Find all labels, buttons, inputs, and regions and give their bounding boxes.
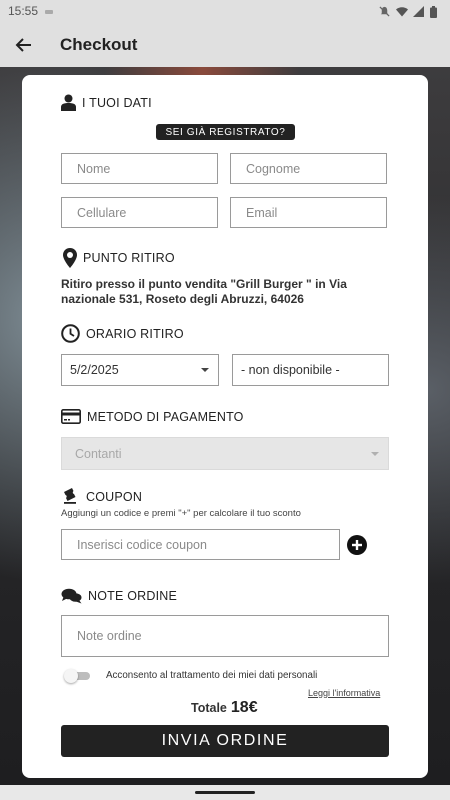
chevron-down-icon [371,451,379,456]
user-icon [61,94,76,111]
plus-icon [352,540,362,550]
consent-toggle[interactable] [64,669,93,683]
pickup-address: Ritiro presso il punto vendita "Grill Bu… [61,277,347,306]
last-name-field[interactable]: Cognome [230,153,387,184]
mute-icon [379,6,390,17]
email-field[interactable]: Email [230,197,387,228]
first-name-field[interactable]: Nome [61,153,218,184]
pickup-date-select[interactable]: 5/2/2025 [61,354,219,386]
coupon-input[interactable]: Inserisci codice coupon [61,529,340,560]
page-title: Checkout [60,34,138,54]
add-coupon-button[interactable] [347,535,367,555]
pickup-point-heading: PUNTO RITIRO [63,248,175,268]
pickup-time-select[interactable]: - non disponibile - [232,354,389,386]
submit-order-button[interactable]: INVIA ORDINE [61,725,389,757]
payment-method-select[interactable]: Contanti [61,437,389,470]
total-value: 18€ [230,699,258,716]
status-time: 15:55 [8,4,39,18]
payment-title: METODO DI PAGAMENTO [87,409,244,424]
order-total: Totale 18€ [191,699,258,717]
order-notes-input[interactable]: Note ordine [61,615,389,657]
ticket-icon [64,488,76,504]
phone-field[interactable]: Cellulare [61,197,218,228]
pickup-time-value: - non disponibile - [241,363,340,377]
chevron-down-icon [201,368,209,372]
personal-data-heading: I TUOI DATI [61,94,152,111]
battery-icon [430,6,440,18]
consent-label: Acconsento al trattamento dei miei dati … [106,670,318,681]
toggle-knob [64,669,78,683]
coupon-title: COUPON [86,489,143,504]
order-notes-heading: NOTE ORDINE [61,588,177,604]
chat-bubbles-icon [61,588,82,604]
pickup-point-title: PUNTO RITIRO [83,251,175,265]
app-bar: Checkout [0,22,450,67]
privacy-policy-link[interactable]: Leggi l'informativa [308,688,380,698]
checkout-form: I TUOI DATI SEI GIÀ REGISTRATO? Nome Cog… [22,75,428,778]
status-bar: 15:55 [0,0,450,22]
clock-icon [61,324,80,343]
coupon-heading: COUPON [61,488,142,505]
payment-method-value: Contanti [75,446,122,461]
wifi-icon [396,6,408,17]
location-pin-icon [63,248,77,268]
total-label: Totale [191,701,227,715]
already-registered-button[interactable]: SEI GIÀ REGISTRATO? [156,124,295,140]
signal-icon [413,6,424,17]
pickup-time-title: ORARIO RITIRO [86,326,184,341]
pickup-time-heading: ORARIO RITIRO [61,324,184,343]
back-button[interactable] [2,22,46,67]
back-arrow-icon [15,37,31,52]
notification-icon [44,6,54,16]
order-notes-title: NOTE ORDINE [88,589,178,603]
credit-card-icon [61,409,81,424]
personal-data-title: I TUOI DATI [82,95,152,110]
pickup-date-value: 5/2/2025 [70,363,119,377]
coupon-hint: Aggiungi un codice e premi "+" per calco… [61,508,301,519]
navigation-bar [0,785,450,800]
home-gesture-handle[interactable] [195,791,255,794]
payment-heading: METODO DI PAGAMENTO [61,409,244,424]
